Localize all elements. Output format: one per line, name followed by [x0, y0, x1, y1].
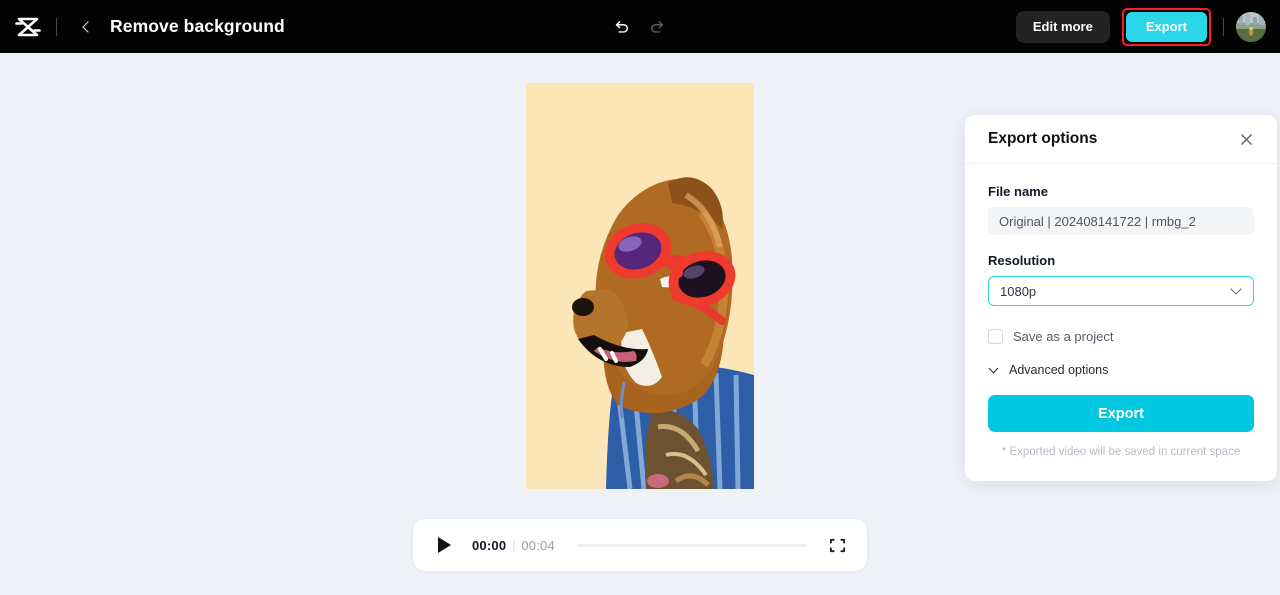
- capcut-logo-icon[interactable]: [0, 0, 56, 53]
- toolbar-divider: [56, 17, 57, 36]
- page-title: Remove background: [110, 16, 285, 36]
- history-controls: [610, 0, 669, 53]
- play-button[interactable]: [431, 532, 457, 558]
- export-button-highlight: Export: [1121, 7, 1211, 46]
- time-separator: |: [512, 538, 516, 552]
- chevron-down-icon: [1230, 283, 1242, 295]
- top-toolbar: Remove background Edit more Export: [0, 0, 1280, 53]
- resolution-select[interactable]: 1080p: [988, 276, 1254, 306]
- play-icon: [437, 537, 451, 553]
- undo-button[interactable]: [610, 16, 632, 38]
- export-button[interactable]: Export: [1125, 11, 1207, 42]
- file-name-label: File name: [988, 184, 1048, 199]
- advanced-options-label: Advanced options: [1009, 363, 1109, 377]
- close-icon: [1240, 133, 1252, 145]
- chevron-down-icon-advanced: [988, 363, 999, 373]
- video-preview[interactable]: [526, 83, 754, 489]
- save-as-project-label: Save as a project: [1013, 329, 1114, 344]
- toolbar-right-actions: Edit more Export: [1015, 0, 1266, 53]
- total-time: 00:04: [521, 537, 555, 553]
- capcut-editor-window: Remove background Edit more Export 00:00…: [0, 0, 1280, 595]
- avatar-image: [1236, 11, 1266, 42]
- progress-bar[interactable]: [576, 543, 807, 547]
- undo-icon: [615, 20, 629, 33]
- save-as-project-checkbox[interactable]: [988, 329, 1003, 344]
- advanced-options-row[interactable]: Advanced options: [988, 363, 1254, 377]
- redo-button[interactable]: [647, 16, 669, 38]
- capcut-logo-glyph: [15, 17, 41, 36]
- edit-more-button[interactable]: Edit more: [1015, 10, 1110, 43]
- export-panel-body: File name Original | 202408141722 | rmbg…: [965, 164, 1277, 458]
- export-panel-title: Export options: [988, 130, 1098, 147]
- close-button[interactable]: [1235, 128, 1257, 150]
- toolbar-divider-right: [1223, 17, 1224, 36]
- video-player-controls: 00:00 | 00:04: [413, 519, 867, 571]
- chevron-left-icon: [81, 20, 94, 33]
- export-panel-header: Export options: [965, 115, 1277, 164]
- redo-icon: [650, 20, 664, 33]
- fullscreen-icon: [829, 538, 845, 552]
- dog-with-red-goggles-image: [526, 83, 754, 489]
- fullscreen-button[interactable]: [825, 533, 849, 557]
- export-options-panel: Export options File name Original | 2024…: [965, 115, 1277, 481]
- save-as-project-row[interactable]: Save as a project: [988, 329, 1254, 344]
- export-note: * Exported video will be saved in curren…: [1001, 446, 1241, 458]
- avatar[interactable]: [1236, 11, 1266, 42]
- back-button[interactable]: [71, 12, 101, 42]
- export-confirm-button[interactable]: Export: [988, 395, 1254, 432]
- resolution-label: Resolution: [988, 253, 1056, 268]
- file-name-input[interactable]: Original | 202408141722 | rmbg_2: [988, 207, 1254, 235]
- resolution-value: 1080p: [1000, 283, 1037, 299]
- editor-stage: 00:00 | 00:04 Export options File name O…: [0, 53, 1280, 595]
- current-time: 00:00: [472, 537, 507, 553]
